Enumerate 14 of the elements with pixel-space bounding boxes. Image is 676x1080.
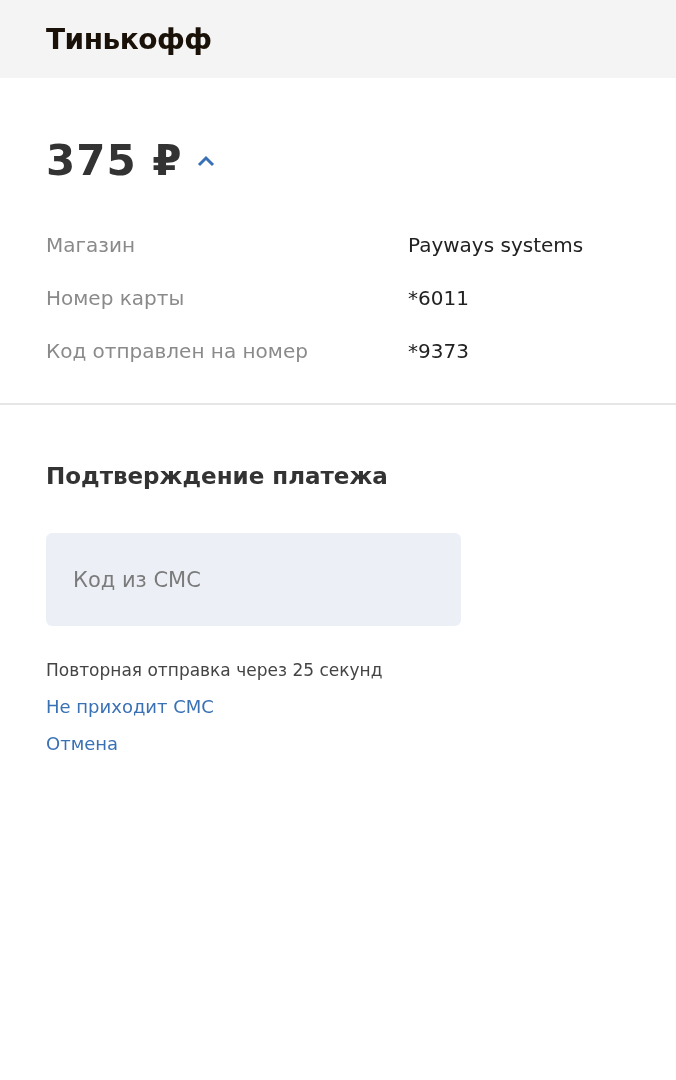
link[interactable]: Отмена — [46, 733, 119, 754]
detail-label: Номер карты — [46, 286, 186, 310]
resend-note: Повторная отправка через 25 секунд — [46, 660, 384, 680]
detail-value: Payways systems — [408, 233, 584, 257]
logo: Тинькофф — [46, 22, 212, 56]
detail-label: Код отправлен на номер — [46, 339, 309, 363]
sms-code-field[interactable]: Код из СМС — [46, 533, 461, 626]
section-title: Подтверждение платежа — [46, 463, 389, 489]
payment-amount: 375 ₽ — [46, 136, 183, 185]
chevron-icon[interactable] — [196, 154, 215, 167]
link[interactable]: Не приходит СМС — [46, 696, 214, 717]
detail-label: Магазин — [46, 233, 136, 257]
detail-value: *9373 — [408, 339, 469, 363]
detail-value: *6011 — [408, 286, 469, 310]
